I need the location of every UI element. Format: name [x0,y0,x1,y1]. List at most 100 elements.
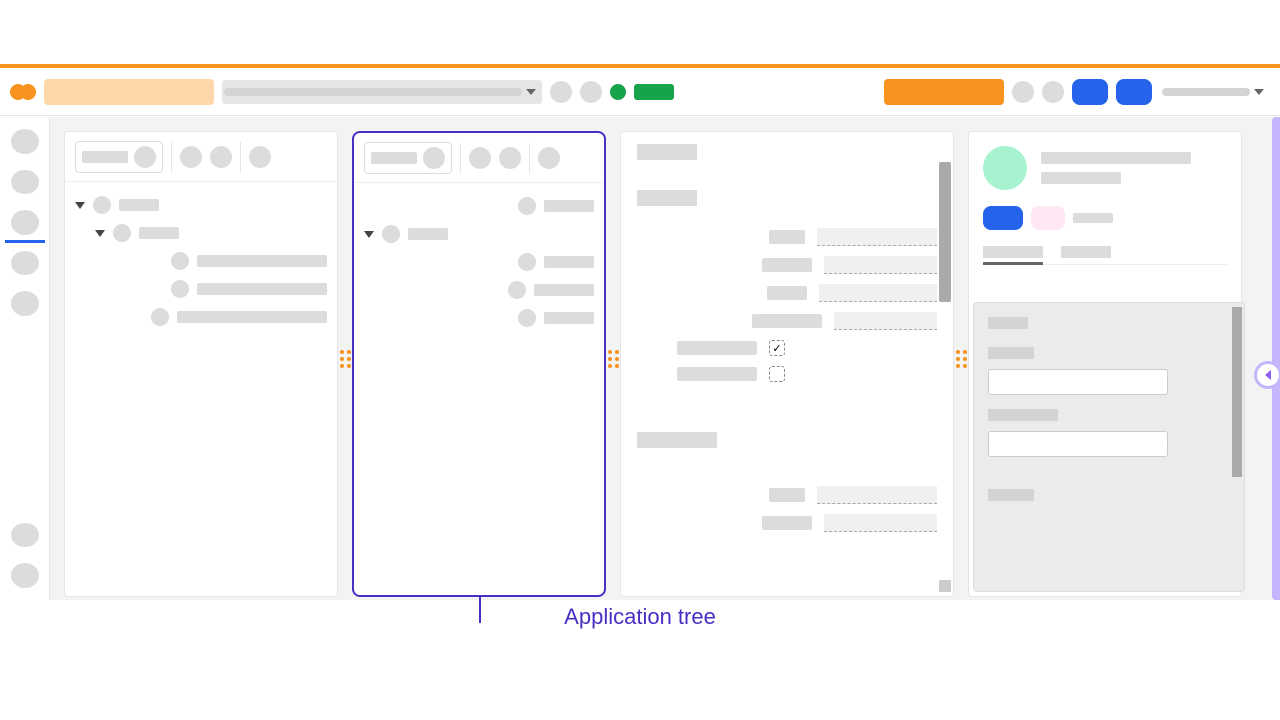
text-input[interactable] [988,369,1168,395]
node-label [534,284,594,296]
status-indicator-icon [610,84,626,100]
checkbox[interactable]: ✓ [769,340,785,356]
toolbar-icon[interactable] [1012,81,1034,103]
callout-label: Application tree [564,604,716,629]
tree-node[interactable] [75,252,327,270]
form-label [752,314,822,328]
text-input[interactable] [817,486,937,504]
toolbar-icon[interactable] [550,81,572,103]
form-label [988,489,1034,501]
toolbar-icon[interactable] [580,81,602,103]
sidebar-item[interactable] [11,170,39,195]
properties-panel: ✓ [620,131,954,597]
sidebar-item[interactable] [11,563,39,588]
search-box[interactable] [44,79,214,105]
node-icon [508,281,526,299]
form-label [677,367,757,381]
node-icon [518,197,536,215]
sidebar [0,117,50,600]
popover-label [988,317,1028,329]
form-label [769,488,805,502]
side-popover [973,302,1245,592]
tree-node[interactable] [364,225,594,243]
form-row [637,366,937,382]
scrollbar-icon[interactable] [939,580,951,592]
status-badge [634,84,674,100]
panel-action-icon[interactable] [210,146,232,168]
resize-handle[interactable] [608,350,619,368]
text-input[interactable] [988,431,1168,457]
expand-icon[interactable] [95,230,105,237]
text-input[interactable] [824,514,937,532]
panel-action-icon[interactable] [469,147,491,169]
status-pill[interactable] [983,206,1023,230]
top-bar [0,68,1280,116]
form-row [637,284,937,302]
panel-action-icon[interactable] [180,146,202,168]
form-label [767,286,807,300]
panel-action-icon[interactable] [499,147,521,169]
action-button[interactable] [1116,79,1152,105]
tree-node[interactable] [75,196,327,214]
primary-action-button[interactable] [884,79,1004,105]
workspace: ✓ [0,117,1280,600]
tree-node[interactable] [364,197,594,215]
tree-node[interactable] [75,308,327,326]
context-dropdown[interactable] [222,80,542,104]
scrollbar-thumb[interactable] [939,162,951,302]
callout: Application tree [0,604,1280,630]
node-label [197,283,327,295]
tab[interactable] [1061,246,1111,258]
collapse-right-button[interactable] [1254,361,1280,389]
expand-icon[interactable] [75,202,85,209]
node-label [544,312,594,324]
panel-selector[interactable] [75,141,163,173]
user-dropdown[interactable] [1160,80,1270,104]
tree-node[interactable] [364,253,594,271]
form-row [637,514,937,532]
panel-header [354,133,604,183]
tree-node[interactable] [364,309,594,327]
text-input[interactable] [819,284,937,302]
form-row [637,312,937,330]
node-label [544,256,594,268]
tree-node[interactable] [75,280,327,298]
form-label [988,409,1058,421]
chevron-down-icon [526,89,536,95]
panel-action-icon[interactable] [249,146,271,168]
text-input[interactable] [834,312,937,330]
text-input[interactable] [817,228,937,246]
panel-action-icon[interactable] [538,147,560,169]
sidebar-item[interactable] [11,129,39,154]
node-icon [151,308,169,326]
expand-icon[interactable] [364,231,374,238]
resize-handle[interactable] [340,350,351,368]
tab-active[interactable] [983,246,1043,258]
panel-selector[interactable] [364,142,452,174]
form-label [677,341,757,355]
main-area: ✓ [50,117,1280,600]
toolbar-icon[interactable] [1042,81,1064,103]
resize-handle[interactable] [956,350,967,368]
application-tree [354,183,604,351]
sidebar-item-active[interactable] [11,210,39,235]
sidebar-item[interactable] [11,291,39,316]
tree-node[interactable] [364,281,594,299]
tree-node[interactable] [75,224,327,242]
form-row [637,228,937,246]
chevron-down-icon [1254,89,1264,95]
scrollbar-thumb[interactable] [1232,307,1242,477]
sidebar-item[interactable] [11,251,39,276]
status-pill[interactable] [1031,206,1065,230]
sidebar-item[interactable] [11,523,39,548]
text-input[interactable] [824,256,937,274]
name-line [1041,152,1191,164]
checkbox[interactable] [769,366,785,382]
action-button[interactable] [1072,79,1108,105]
node-icon [518,309,536,327]
form-label [762,516,812,530]
node-label [197,255,327,267]
form-label [988,347,1034,359]
section-title [637,432,717,448]
form-row [637,486,937,504]
